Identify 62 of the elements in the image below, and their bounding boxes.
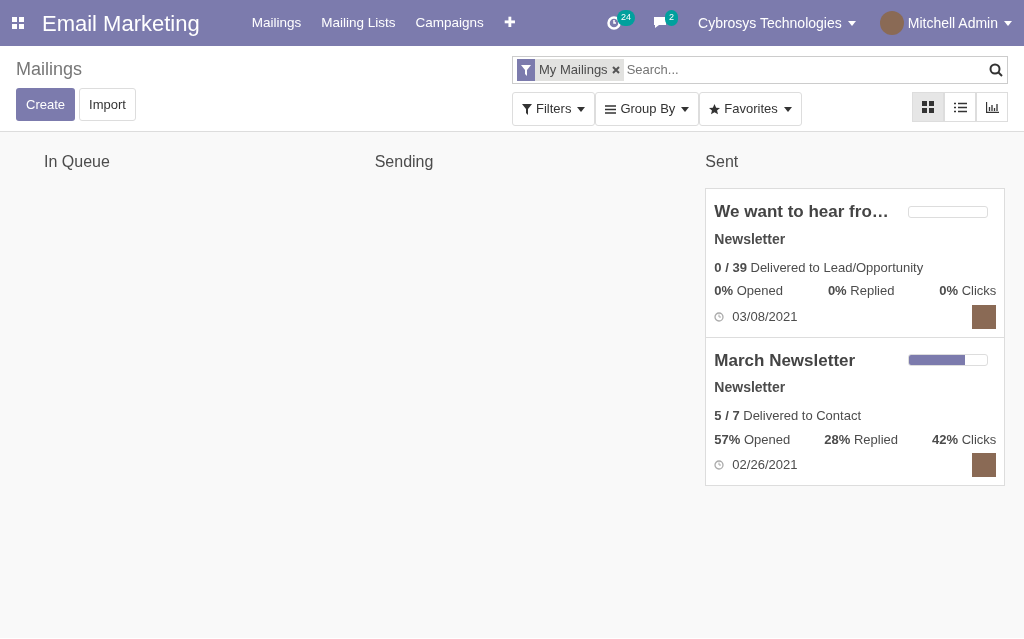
clicks-stat: 42% Clicks <box>932 430 997 449</box>
list-view-icon <box>953 101 967 113</box>
filter-facet[interactable]: My Mailings <box>517 59 624 81</box>
chat-icon[interactable] <box>653 16 669 30</box>
caret-icon <box>577 107 586 113</box>
mailing-card[interactable]: We want to hear fro… Newsletter 0 / 39 Delivered to Lead/Opportunity 0% Opened 0% Replied 0% Clicks 03/08/2021 <box>705 188 1006 338</box>
user-menu[interactable]: Mitchell Admin <box>907 12 1012 34</box>
star-icon <box>709 104 721 116</box>
breadcrumb-title: Mailings <box>16 58 84 81</box>
kanban-view-icon <box>922 101 934 113</box>
plus-icon[interactable]: ✚ <box>503 12 516 34</box>
card-title: We want to hear fro… <box>714 201 889 223</box>
menu-icon <box>605 105 617 115</box>
date-text: 02/26/2021 <box>732 456 798 475</box>
caret-icon <box>847 21 856 27</box>
replied-stat: 0% Replied <box>827 282 895 300</box>
apps-grid-icon[interactable] <box>12 17 24 29</box>
search-bar[interactable]: My Mailings Search... <box>512 56 1008 84</box>
mailing-list-name: Newsletter <box>714 378 787 397</box>
opened-stat: 57% Opened <box>714 430 791 449</box>
clock-icon[interactable] <box>607 16 621 30</box>
filter-dropdown-button[interactable]: Filters <box>512 92 596 126</box>
close-icon[interactable] <box>611 66 620 74</box>
caret-icon <box>681 107 690 113</box>
caret-icon <box>783 107 792 113</box>
caret-icon <box>1004 21 1012 27</box>
clicks-stat: 0% Clicks <box>939 282 997 300</box>
filter-icon <box>522 104 532 116</box>
view-switch-button[interactable] <box>976 92 1008 122</box>
column-title: Sent <box>704 152 740 172</box>
column-title: Sending <box>373 152 435 172</box>
filter-dropdown-button[interactable]: Favorites <box>699 92 802 126</box>
facet-label: My Mailings <box>538 61 609 80</box>
company-dropdown[interactable]: Cybrosys Technologies <box>698 12 856 34</box>
menu-link[interactable]: Campaigns <box>415 12 484 34</box>
delivery-text: 5 / 7 Delivered to Contact <box>714 407 863 425</box>
menu-link[interactable]: Mailings <box>251 12 302 34</box>
create-button[interactable]: Create <box>16 87 76 121</box>
mailing-card[interactable]: March Newsletter Newsletter 5 / 7 Delivered to Contact 57% Opened 28% Replied 42% Clicks 02/26/2021 <box>705 337 1006 486</box>
clock-icon <box>714 311 725 322</box>
user-photo-placeholder <box>972 453 997 477</box>
column-title: In Queue <box>43 152 111 172</box>
bar-chart-icon <box>985 101 999 113</box>
replied-stat: 28% Replied <box>824 430 898 449</box>
clock-icon <box>714 460 725 470</box>
message-count-badge: 2 <box>665 10 678 26</box>
delivery-text: 0 / 39 Delivered to Lead/Opportunity <box>714 258 925 277</box>
date-text: 03/08/2021 <box>732 307 798 326</box>
view-switch-button[interactable] <box>912 92 944 122</box>
search-icon[interactable] <box>989 63 1003 77</box>
app-title: Email Marketing <box>42 9 200 38</box>
filter-icon <box>521 64 531 76</box>
opened-stat: 0% Opened <box>714 282 783 300</box>
view-switch-button[interactable] <box>944 92 976 122</box>
menu-link[interactable]: Mailing Lists <box>321 12 396 34</box>
import-button[interactable]: Import <box>79 87 136 121</box>
filter-dropdown-button[interactable]: Group By <box>595 92 700 126</box>
mailing-list-name: Newsletter <box>714 229 787 249</box>
card-title: March Newsletter <box>714 349 856 372</box>
user-photo-placeholder <box>972 304 997 329</box>
avatar <box>879 11 904 35</box>
activity-count-badge: 24 <box>617 10 635 26</box>
